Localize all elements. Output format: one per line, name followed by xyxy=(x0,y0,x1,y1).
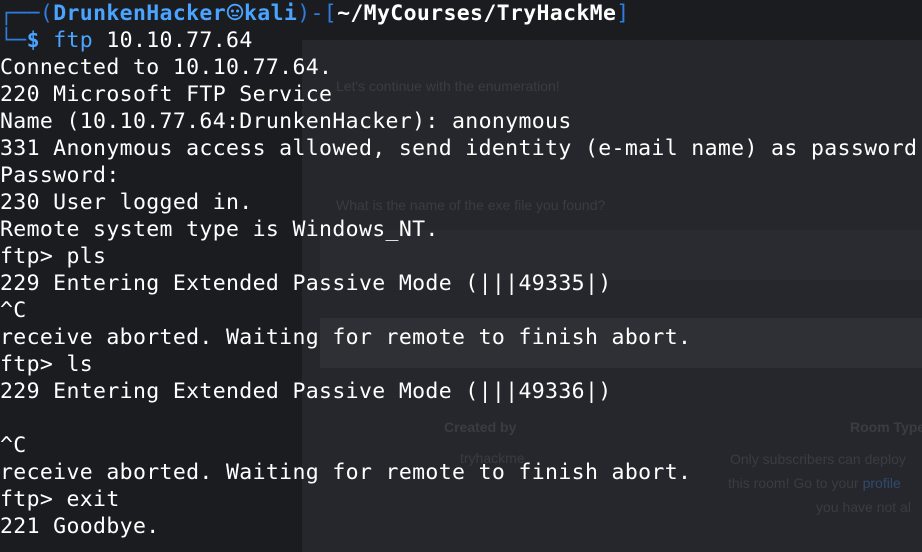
prompt-username: DrunkenHacker xyxy=(53,1,227,26)
prompt-header-line: ┌──(DrunkenHacker kali)-[~/MyCourses/TryH… xyxy=(0,0,630,27)
command-name: ftp xyxy=(53,28,94,53)
output-line-15: ^C xyxy=(0,433,27,458)
prompt-frame-open: ┌──( xyxy=(0,1,54,26)
output-line-2: 220 Microsoft FTP Service xyxy=(0,82,333,107)
command-argument: 10.10.77.64 xyxy=(106,28,253,53)
prompt-hostname: kali xyxy=(244,1,298,26)
output-line-9: 229 Entering Extended Passive Mode (|||4… xyxy=(0,271,612,296)
skull-icon xyxy=(226,1,244,28)
terminal-window[interactable]: ┌──(DrunkenHacker kali)-[~/MyCourses/TryH… xyxy=(0,0,922,552)
output-line-10: ^C xyxy=(0,298,27,323)
output-line-11: receive aborted. Waiting for remote to f… xyxy=(0,325,692,350)
output-line-18: 221 Goodbye. xyxy=(0,514,160,539)
command-line: └─$ ftp 10.10.77.64 xyxy=(0,27,253,54)
output-line-4: 331 Anonymous access allowed, send ident… xyxy=(0,136,922,161)
output-line-6: 230 User logged in. xyxy=(0,190,253,215)
prompt-path: ~/MyCourses/TryHackMe xyxy=(337,1,617,26)
prompt-frame-bottom: └─ xyxy=(0,28,27,53)
output-line-16: receive aborted. Waiting for remote to f… xyxy=(0,460,692,485)
output-line-13: 229 Entering Extended Passive Mode (|||4… xyxy=(0,379,612,404)
prompt-frame-close: ] xyxy=(616,1,630,26)
output-line-7: Remote system type is Windows_NT. xyxy=(0,217,439,242)
output-line-12: ftp> ls xyxy=(0,352,94,377)
output-line-5: Password: xyxy=(0,163,120,188)
output-line-3: Name (10.10.77.64:DrunkenHacker): anonym… xyxy=(0,109,572,134)
screen: Let's continue with the enumeration! Wha… xyxy=(0,0,922,552)
output-line-8: ftp> pls xyxy=(0,244,107,269)
output-line-1: Connected to 10.10.77.64. xyxy=(0,55,333,80)
prompt-dollar: $ xyxy=(26,28,40,53)
output-line-17: ftp> exit xyxy=(0,487,120,512)
prompt-frame-mid: )-[ xyxy=(297,1,338,26)
